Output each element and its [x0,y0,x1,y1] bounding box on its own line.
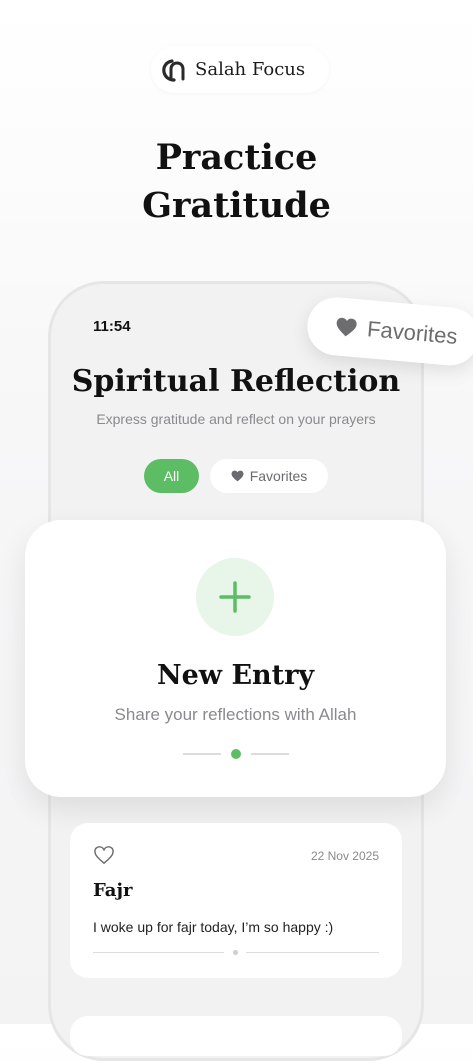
heart-outline-icon[interactable] [93,845,115,865]
entry-divider-left [93,952,224,953]
entry-date: 22 Nov 2025 [310,849,379,863]
heart-icon [231,470,244,482]
filter-all-label: All [163,468,180,484]
screen-subtitle: Express gratitude and reflect on your pr… [96,411,376,427]
brand-name: Salah Focus [195,59,306,80]
entry-divider-dot [233,950,238,955]
next-entry-card[interactable] [70,1016,402,1056]
heart-icon [336,317,357,337]
new-entry-title: New Entry [156,660,315,691]
filter-all-button[interactable]: All [144,459,199,493]
floating-favorites-label: Favorites [366,316,459,349]
new-entry-subtitle: Share your reflections with Allah [114,705,357,724]
reflection-entry-card[interactable]: 22 Nov 2025 Fajr I woke up for fajr toda… [70,823,402,978]
filter-favorites-label: Favorites [249,468,308,484]
headline-line-2: Gratitude [142,185,331,226]
filter-favorites-button[interactable]: Favorites [210,459,328,493]
page-indicator-dot [231,749,241,759]
salah-focus-logo-icon [162,58,185,82]
divider-right [251,753,289,755]
new-entry-card[interactable]: New Entry Share your reflections with Al… [25,520,446,797]
entry-text: I woke up for fajr today, I’m so happy :… [93,919,334,935]
brand-pill: Salah Focus [151,46,329,93]
marketing-headline: Practice Gratitude [0,134,473,230]
add-entry-button[interactable] [196,558,274,636]
headline-line-1: Practice [155,137,318,178]
screen-title: Spiritual Reflection [71,364,401,399]
divider-left [183,753,221,755]
status-bar-time: 11:54 [93,318,131,335]
entry-divider-right [246,952,379,953]
plus-icon [219,581,251,613]
entry-prayer-name: Fajr [93,880,133,901]
